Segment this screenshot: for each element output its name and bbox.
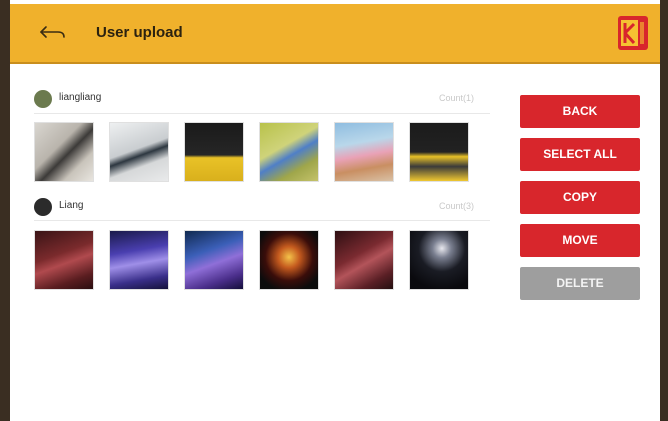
move-button[interactable]: MOVE	[520, 224, 640, 257]
user-header-liang: Liang Count(3)	[34, 198, 474, 218]
divider	[34, 220, 490, 221]
photo-thumbnail[interactable]	[259, 230, 319, 290]
back-arrow-icon[interactable]	[38, 19, 68, 45]
photo-thumbnail[interactable]	[259, 122, 319, 182]
photo-thumbnail[interactable]	[184, 230, 244, 290]
app-header: User upload	[10, 4, 660, 64]
photo-thumbnail[interactable]	[334, 230, 394, 290]
upload-count: Count(3)	[438, 201, 474, 211]
app-frame: User upload liangliang Count(1) Liang Co…	[0, 0, 668, 421]
delete-button[interactable]: DELETE	[520, 267, 640, 300]
photo-thumbnail[interactable]	[109, 122, 169, 182]
avatar	[34, 198, 52, 216]
photo-thumbnail[interactable]	[34, 230, 94, 290]
photo-thumbnail[interactable]	[334, 122, 394, 182]
kodak-k-icon	[621, 20, 644, 46]
photo-thumbnail[interactable]	[409, 122, 469, 182]
photo-thumbnail[interactable]	[409, 230, 469, 290]
main-content: liangliang Count(1) Liang Count(3) BACK …	[10, 64, 660, 421]
device-bezel-left	[0, 0, 10, 421]
divider	[34, 113, 490, 114]
photo-thumbnail[interactable]	[184, 122, 244, 182]
kodak-logo	[618, 16, 648, 50]
avatar	[34, 90, 52, 108]
photo-thumbnail[interactable]	[34, 122, 94, 182]
upload-count: Count(1)	[438, 93, 474, 103]
page-title: User upload	[96, 24, 183, 41]
select-all-button[interactable]: SELECT ALL	[520, 138, 640, 171]
copy-button[interactable]: COPY	[520, 181, 640, 214]
username: Liang	[59, 200, 84, 211]
photo-thumbnail[interactable]	[109, 230, 169, 290]
username: liangliang	[59, 92, 102, 103]
user-header-liangliang: liangliang Count(1)	[34, 90, 474, 110]
back-button[interactable]: BACK	[520, 95, 640, 128]
device-bezel-right	[660, 0, 668, 421]
